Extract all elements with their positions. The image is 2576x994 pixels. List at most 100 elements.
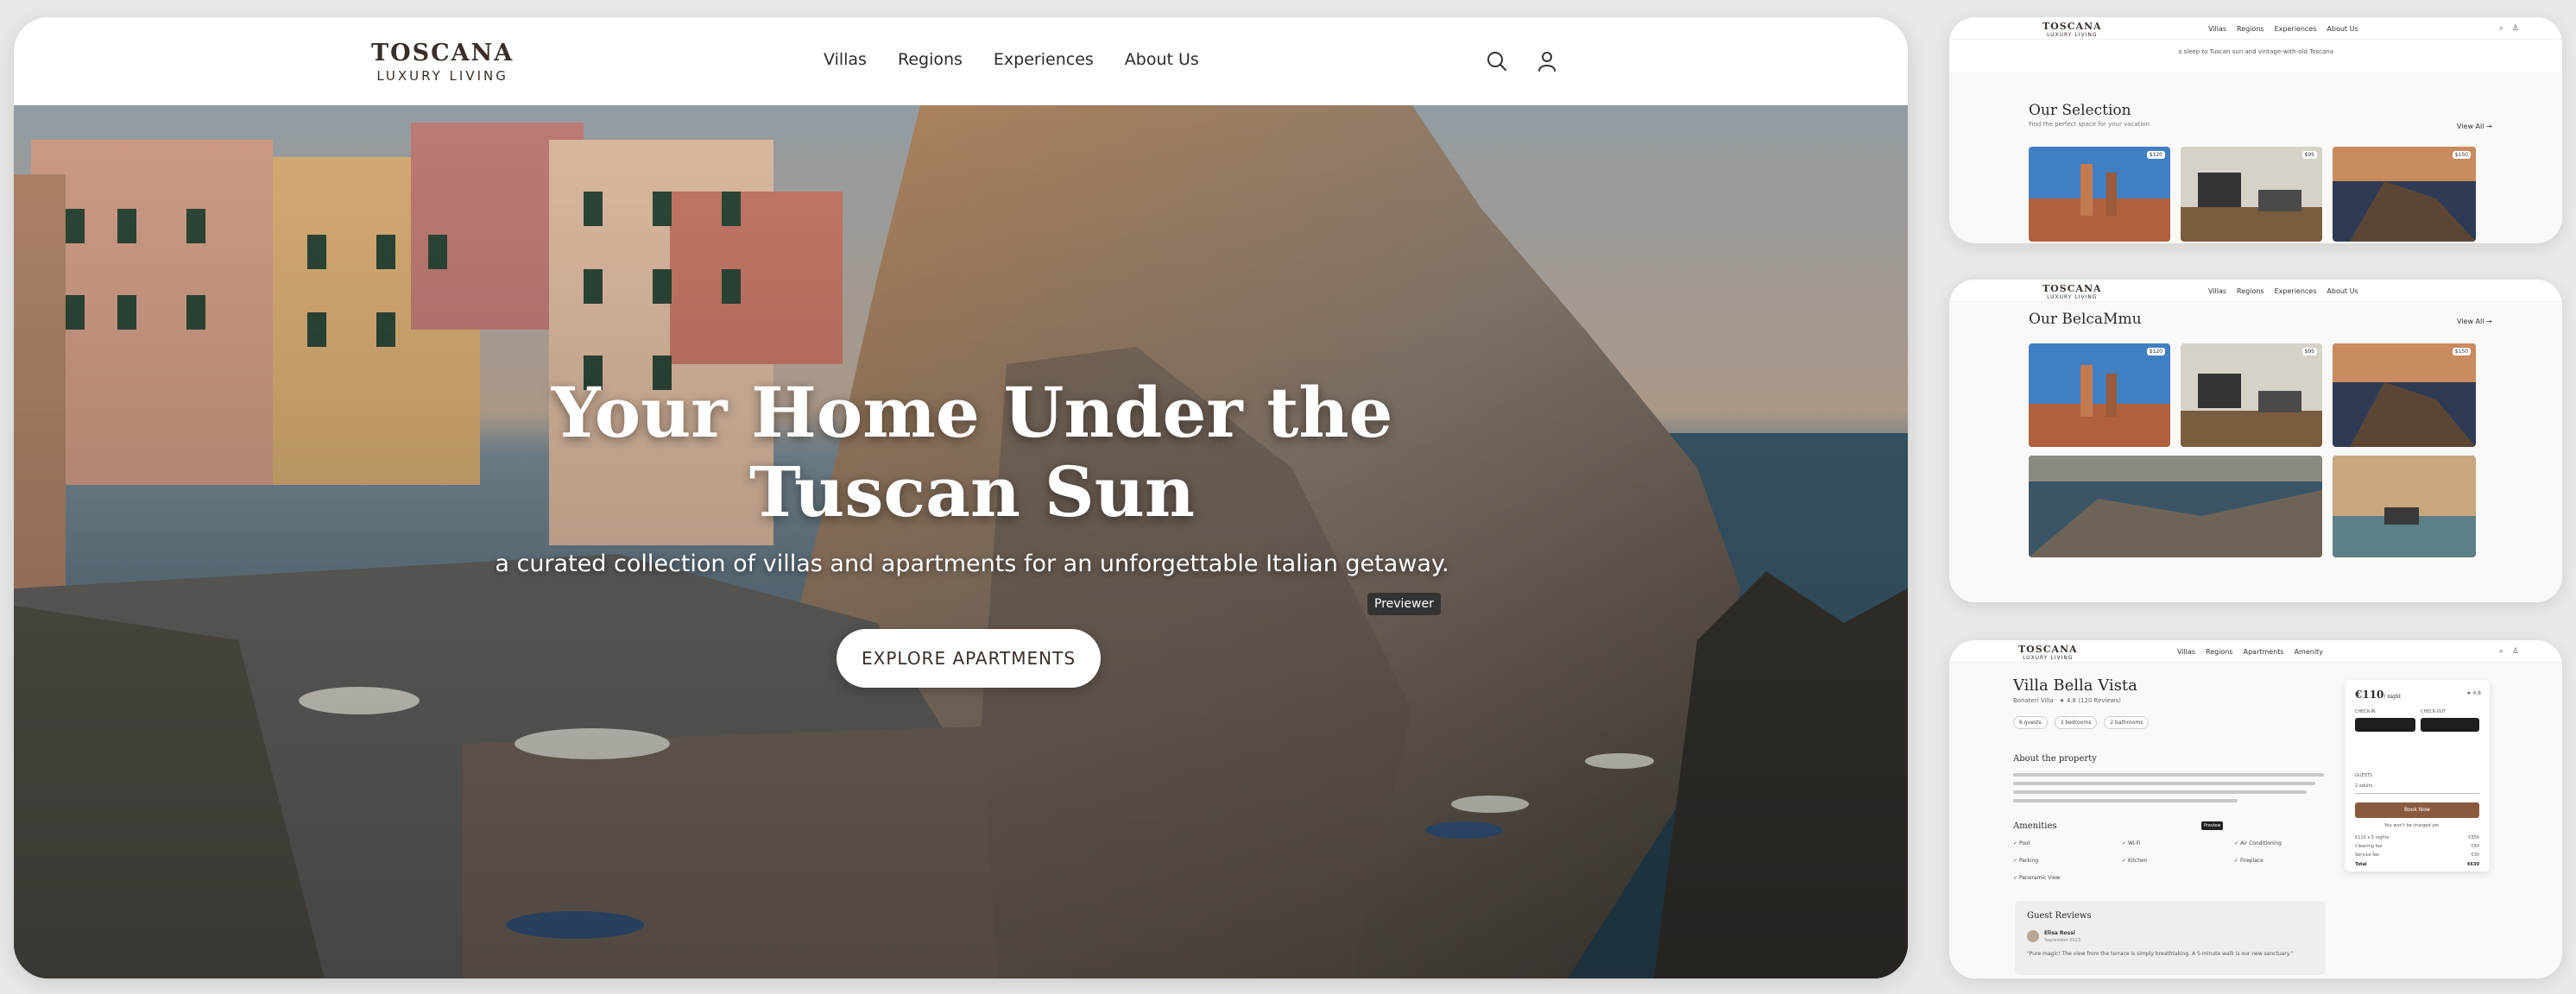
text-line	[2013, 799, 2238, 802]
mini-nav-villas[interactable]: Villas	[2208, 287, 2226, 295]
amenity-pool: ✓ Pool	[2013, 840, 2030, 846]
search-icon[interactable]: ⌕	[2499, 24, 2503, 33]
view-all-link[interactable]: View All →	[2457, 123, 2492, 130]
listing-thumbnail[interactable]: $120	[2029, 147, 2170, 242]
mini-nav-villas[interactable]: Villas	[2208, 25, 2226, 33]
chip-guests: 6 guests	[2013, 716, 2048, 729]
price-badge: $120	[2146, 151, 2165, 159]
amenity-fireplace: ✓ Fireplace	[2234, 858, 2263, 864]
mini-nav-villas[interactable]: Villas	[2177, 648, 2195, 656]
view-all-link[interactable]: View All →	[2457, 318, 2492, 325]
mini-nav-amenity[interactable]: Amenity	[2295, 648, 2323, 656]
listing-thumbnail[interactable]: $120	[2029, 343, 2170, 447]
hero-title-line-1: Your Home Under the	[551, 372, 1393, 453]
booking-rating: ★ 4.8	[2466, 690, 2481, 696]
mini-brand-tagline: LUXURY LIVING	[2047, 294, 2098, 300]
preview-card-gallery[interactable]: TOSCANA LUXURY LIVING Villas Regions Exp…	[1949, 280, 2562, 602]
guests-label: GUESTS	[2355, 773, 2373, 778]
mini-menu: Villas Regions Experiences About Us	[2208, 287, 2358, 295]
text-line	[2013, 790, 2307, 794]
check-out-label: CHECK-OUT	[2421, 709, 2447, 714]
mini-nav-about[interactable]: About Us	[2327, 25, 2358, 33]
mini-brand-logo: TOSCANA LUXURY LIVING	[2018, 645, 2078, 661]
reviews-heading: Guest Reviews	[2027, 911, 2092, 921]
mini-nav-experiences[interactable]: Experiences	[2275, 287, 2317, 295]
mini-brand-name: TOSCANA	[2042, 21, 2102, 32]
listing-thumbnail[interactable]: $150	[2333, 147, 2476, 242]
book-now-button[interactable]: Book Now	[2355, 802, 2479, 818]
mini-nav-apartments[interactable]: Apartments	[2244, 648, 2284, 656]
nav-link-regions[interactable]: Regions	[898, 50, 963, 69]
interior-photo	[2181, 147, 2322, 242]
price-row: Cleaning fee €50	[2355, 844, 2479, 849]
mini-brand-name: TOSCANA	[2042, 283, 2102, 294]
amenity-ac: ✓ Air Conditioning	[2234, 840, 2282, 846]
top-navigation: TOSCANA LUXURY LIVING Villas Regions Exp…	[14, 17, 1908, 105]
mini-navigation: TOSCANA LUXURY LIVING Villas Regions Apa…	[1949, 640, 2562, 663]
nav-link-about-us[interactable]: About Us	[1125, 50, 1199, 69]
chip-bathrooms: 2 bathrooms	[2104, 716, 2150, 729]
interior-photo	[2181, 343, 2322, 447]
user-icon[interactable]: ♙	[2512, 24, 2519, 33]
mini-nav-about[interactable]: About Us	[2327, 287, 2358, 295]
preview-card-selection[interactable]: TOSCANA LUXURY LIVING Villas Regions Exp…	[1949, 17, 2562, 243]
booking-note: You won't be charged yet	[2384, 823, 2440, 828]
check-out-field[interactable]	[2421, 718, 2479, 732]
villa-title: Villa Bella Vista	[2013, 676, 2137, 695]
nav-link-villas[interactable]: Villas	[824, 50, 867, 69]
guest-reviews-box: Guest Reviews Elisa Rossi September 2023…	[2015, 901, 2326, 975]
guests-select[interactable]: 2 adults	[2355, 783, 2479, 794]
review-date: September 2023	[2044, 938, 2080, 943]
hero-section: Your Home Under the Tuscan Sun a curated…	[14, 105, 1908, 978]
price-badge: $150	[2452, 348, 2471, 355]
city-photo	[2029, 147, 2170, 242]
listing-thumbnail[interactable]	[2029, 456, 2322, 557]
hero-strip-text: a sleep to Tuscan sun and vintage-with-o…	[1949, 40, 2562, 72]
mini-nav-experiences[interactable]: Experiences	[2275, 25, 2317, 33]
about-heading: About the property	[2013, 754, 2097, 764]
mini-nav-regions[interactable]: Regions	[2237, 287, 2264, 295]
section-subtitle: Find the perfect space for your vacation	[2029, 121, 2150, 128]
coast-photo	[2333, 343, 2476, 447]
check-in-field[interactable]	[2355, 718, 2415, 732]
search-icon[interactable]: ⌕	[2499, 647, 2503, 656]
listing-thumbnail[interactable]: $150	[2333, 343, 2476, 447]
booking-widget: €110/ night ★ 4.8 CHECK-IN CHECK-OUT GUE…	[2345, 680, 2490, 871]
review-text: "Pure magic! The view from the terrace i…	[2027, 951, 2294, 957]
preview-tooltip: Preview	[2201, 821, 2224, 830]
listing-thumbnail[interactable]: $95	[2181, 147, 2322, 242]
reviewer-name: Elisa Rossi	[2044, 930, 2075, 936]
hero-subtitle: a curated collection of villas and apart…	[495, 550, 1449, 577]
amenity-parking: ✓ Parking	[2013, 858, 2039, 864]
explore-apartments-button[interactable]: EXPLORE APARTMENTS	[837, 629, 1101, 688]
amenity-view: ✓ Panoramic View	[2013, 875, 2061, 881]
mini-brand-name: TOSCANA	[2018, 644, 2078, 655]
price-badge: $95	[2301, 348, 2317, 355]
user-icon[interactable]: ♙	[2512, 647, 2519, 656]
brand-logo[interactable]: TOSCANA LUXURY LIVING	[371, 41, 514, 83]
search-icon[interactable]	[1484, 48, 1510, 74]
user-icon[interactable]	[1534, 48, 1560, 74]
avatar	[2027, 930, 2039, 942]
mini-nav-regions[interactable]: Regions	[2237, 25, 2264, 33]
price-badge: $120	[2146, 348, 2165, 355]
amenity-kitchen: ✓ Kitchen	[2122, 858, 2148, 864]
mini-navigation: TOSCANA LUXURY LIVING Villas Regions Exp…	[1949, 17, 2562, 40]
price-row: €110 x 5 nights €550	[2355, 835, 2479, 840]
section-title: Our BelcaMmu	[2029, 311, 2142, 328]
listing-thumbnail[interactable]	[2333, 456, 2476, 557]
total-row: Total €630	[2355, 862, 2479, 867]
mini-nav-regions[interactable]: Regions	[2206, 648, 2233, 656]
nav-link-experiences[interactable]: Experiences	[994, 50, 1094, 69]
hero-background-image	[14, 105, 1908, 978]
hero-title-line-2: Tuscan Sun	[748, 451, 1196, 532]
listing-thumbnail[interactable]: $95	[2181, 343, 2322, 447]
amenities-heading: Amenities	[2013, 821, 2057, 831]
price-row: Service fee €30	[2355, 852, 2479, 858]
hero-title: Your Home Under the Tuscan Sun	[14, 373, 1908, 532]
mini-brand-tagline: LUXURY LIVING	[2023, 655, 2074, 661]
harbour-photo	[2029, 456, 2322, 557]
preview-card-villa-detail[interactable]: TOSCANA LUXURY LIVING Villas Regions Apa…	[1949, 640, 2562, 978]
mini-nav-icons: ⌕ ♙	[2499, 647, 2519, 656]
brand-name: TOSCANA	[371, 40, 515, 66]
